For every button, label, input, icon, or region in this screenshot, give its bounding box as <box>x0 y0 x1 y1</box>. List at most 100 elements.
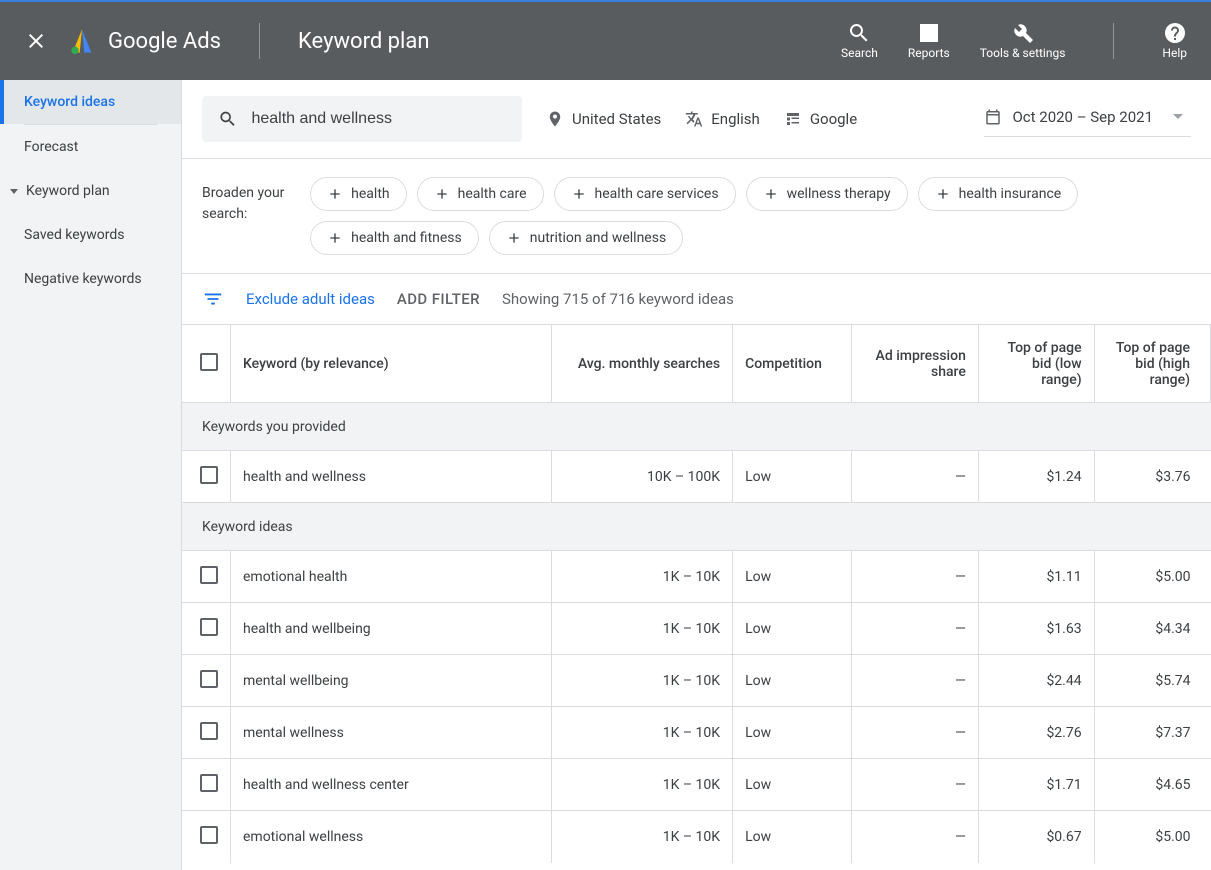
sidebar-item-negative-keywords[interactable]: Negative keywords <box>0 257 181 301</box>
plus-icon <box>506 230 522 246</box>
add-filter-button[interactable]: ADD FILTER <box>397 290 480 308</box>
sidebar-item-forecast[interactable]: Forecast <box>0 125 181 169</box>
broaden-label: Broaden your search: <box>202 177 286 225</box>
sidebar-item-label: Keyword plan <box>26 183 110 199</box>
cell-bid-low: $1.11 <box>978 551 1094 603</box>
row-checkbox[interactable] <box>200 670 218 688</box>
cell-keyword: health and wellness <box>231 451 552 503</box>
cell-bid-low: $1.63 <box>978 603 1094 655</box>
header-left: Google Ads Keyword plan <box>24 23 430 59</box>
network-selector[interactable]: Google <box>784 110 857 128</box>
cell-bid-high: $3.76 <box>1094 451 1210 503</box>
sidebar: Keyword ideas Forecast Keyword plan Save… <box>0 80 182 870</box>
header-search-button[interactable]: Search <box>841 21 878 60</box>
calendar-icon <box>984 108 1002 126</box>
keyword-search-box[interactable] <box>202 96 522 142</box>
date-range-label: Oct 2020 – Sep 2021 <box>1012 108 1153 126</box>
cell-searches: 10K – 100K <box>551 451 733 503</box>
cell-keyword: mental wellbeing <box>231 655 552 707</box>
broaden-chip[interactable]: health care services <box>554 177 736 211</box>
chip-label: nutrition and wellness <box>530 230 666 246</box>
cell-impression: — <box>851 655 978 707</box>
sidebar-item-label: Saved keywords <box>24 227 124 243</box>
exclude-adult-link[interactable]: Exclude adult ideas <box>246 290 375 308</box>
cell-impression: — <box>851 759 978 811</box>
filter-icon[interactable] <box>202 288 224 310</box>
cell-bid-low: $2.76 <box>978 707 1094 759</box>
location-pin-icon <box>546 110 564 128</box>
col-searches[interactable]: Avg. monthly searches <box>551 325 733 403</box>
table-header-row: Keyword (by relevance) Avg. monthly sear… <box>182 325 1211 403</box>
col-keyword[interactable]: Keyword (by relevance) <box>231 325 552 403</box>
cell-impression: — <box>851 551 978 603</box>
cell-competition: Low <box>733 551 852 603</box>
close-icon[interactable] <box>24 29 48 53</box>
cell-searches: 1K – 10K <box>551 811 733 863</box>
header-reports-button[interactable]: Reports <box>908 21 950 60</box>
table-section-header: Keywords you provided <box>182 403 1211 451</box>
plus-icon <box>571 186 587 202</box>
cell-bid-high: $4.34 <box>1094 603 1210 655</box>
cell-competition: Low <box>733 707 852 759</box>
header-help-button[interactable]: Help <box>1162 21 1187 60</box>
broaden-chip[interactable]: health insurance <box>918 177 1079 211</box>
broaden-chip[interactable]: health care <box>417 177 544 211</box>
broaden-chip[interactable]: health <box>310 177 406 211</box>
broaden-chip[interactable]: nutrition and wellness <box>489 221 683 255</box>
cell-competition: Low <box>733 655 852 707</box>
col-impression-share[interactable]: Ad impression share <box>851 325 978 403</box>
chevron-down-icon <box>1173 114 1183 119</box>
select-all-checkbox[interactable] <box>200 353 218 371</box>
col-bid-high[interactable]: Top of page bid (high range) <box>1094 325 1210 403</box>
cell-impression: — <box>851 603 978 655</box>
cell-bid-low: $0.67 <box>978 811 1094 863</box>
broaden-chips: health health care health care services wel… <box>310 177 1191 255</box>
language-label: English <box>711 110 760 128</box>
header-tools-button[interactable]: Tools & settings <box>980 21 1066 60</box>
cell-bid-low: $1.71 <box>978 759 1094 811</box>
location-selector[interactable]: United States <box>546 110 661 128</box>
broaden-chip[interactable]: health and fitness <box>310 221 479 255</box>
sidebar-item-keyword-ideas[interactable]: Keyword ideas <box>0 80 181 124</box>
cell-impression: — <box>851 811 978 863</box>
row-checkbox[interactable] <box>200 722 218 740</box>
header-reports-label: Reports <box>908 47 950 60</box>
google-ads-logo-icon <box>68 27 96 55</box>
chip-label: wellness therapy <box>787 186 891 202</box>
row-checkbox[interactable] <box>200 618 218 636</box>
col-bid-low[interactable]: Top of page bid (low range) <box>978 325 1094 403</box>
row-checkbox[interactable] <box>200 826 218 844</box>
header-help-label: Help <box>1162 47 1187 60</box>
sidebar-item-label: Negative keywords <box>24 271 142 287</box>
row-checkbox[interactable] <box>200 566 218 584</box>
cell-keyword: health and wellness center <box>231 759 552 811</box>
controls-bar: United States English Google Oct 2020 – … <box>182 80 1211 159</box>
chip-label: health insurance <box>959 186 1062 202</box>
cell-keyword: emotional wellness <box>231 811 552 863</box>
sidebar-item-saved-keywords[interactable]: Saved keywords <box>0 213 181 257</box>
sidebar-item-keyword-plan[interactable]: Keyword plan <box>0 169 181 213</box>
cell-bid-high: $5.74 <box>1094 655 1210 707</box>
cell-searches: 1K – 10K <box>551 759 733 811</box>
language-selector[interactable]: English <box>685 110 760 128</box>
broaden-chip[interactable]: wellness therapy <box>746 177 908 211</box>
cell-competition: Low <box>733 451 852 503</box>
sidebar-item-label: Keyword ideas <box>24 94 115 110</box>
row-checkbox[interactable] <box>200 466 218 484</box>
header-divider <box>259 23 260 59</box>
app-header: Google Ads Keyword plan Search Reports T… <box>0 0 1211 80</box>
plus-icon <box>434 186 450 202</box>
chip-label: health and fitness <box>351 230 462 246</box>
cell-competition: Low <box>733 603 852 655</box>
table-row: health and wellness10K – 100KLow—$1.24$3… <box>182 451 1211 503</box>
row-checkbox[interactable] <box>200 774 218 792</box>
location-label: United States <box>572 110 661 128</box>
keyword-search-input[interactable] <box>251 110 506 128</box>
cell-bid-high: $5.00 <box>1094 551 1210 603</box>
date-range-selector[interactable]: Oct 2020 – Sep 2021 <box>984 102 1191 137</box>
header-search-label: Search <box>841 47 878 60</box>
table-row: health and wellness center1K – 10KLow—$1… <box>182 759 1211 811</box>
brand-logo: Google Ads <box>68 27 221 55</box>
col-competition[interactable]: Competition <box>733 325 852 403</box>
cell-competition: Low <box>733 759 852 811</box>
